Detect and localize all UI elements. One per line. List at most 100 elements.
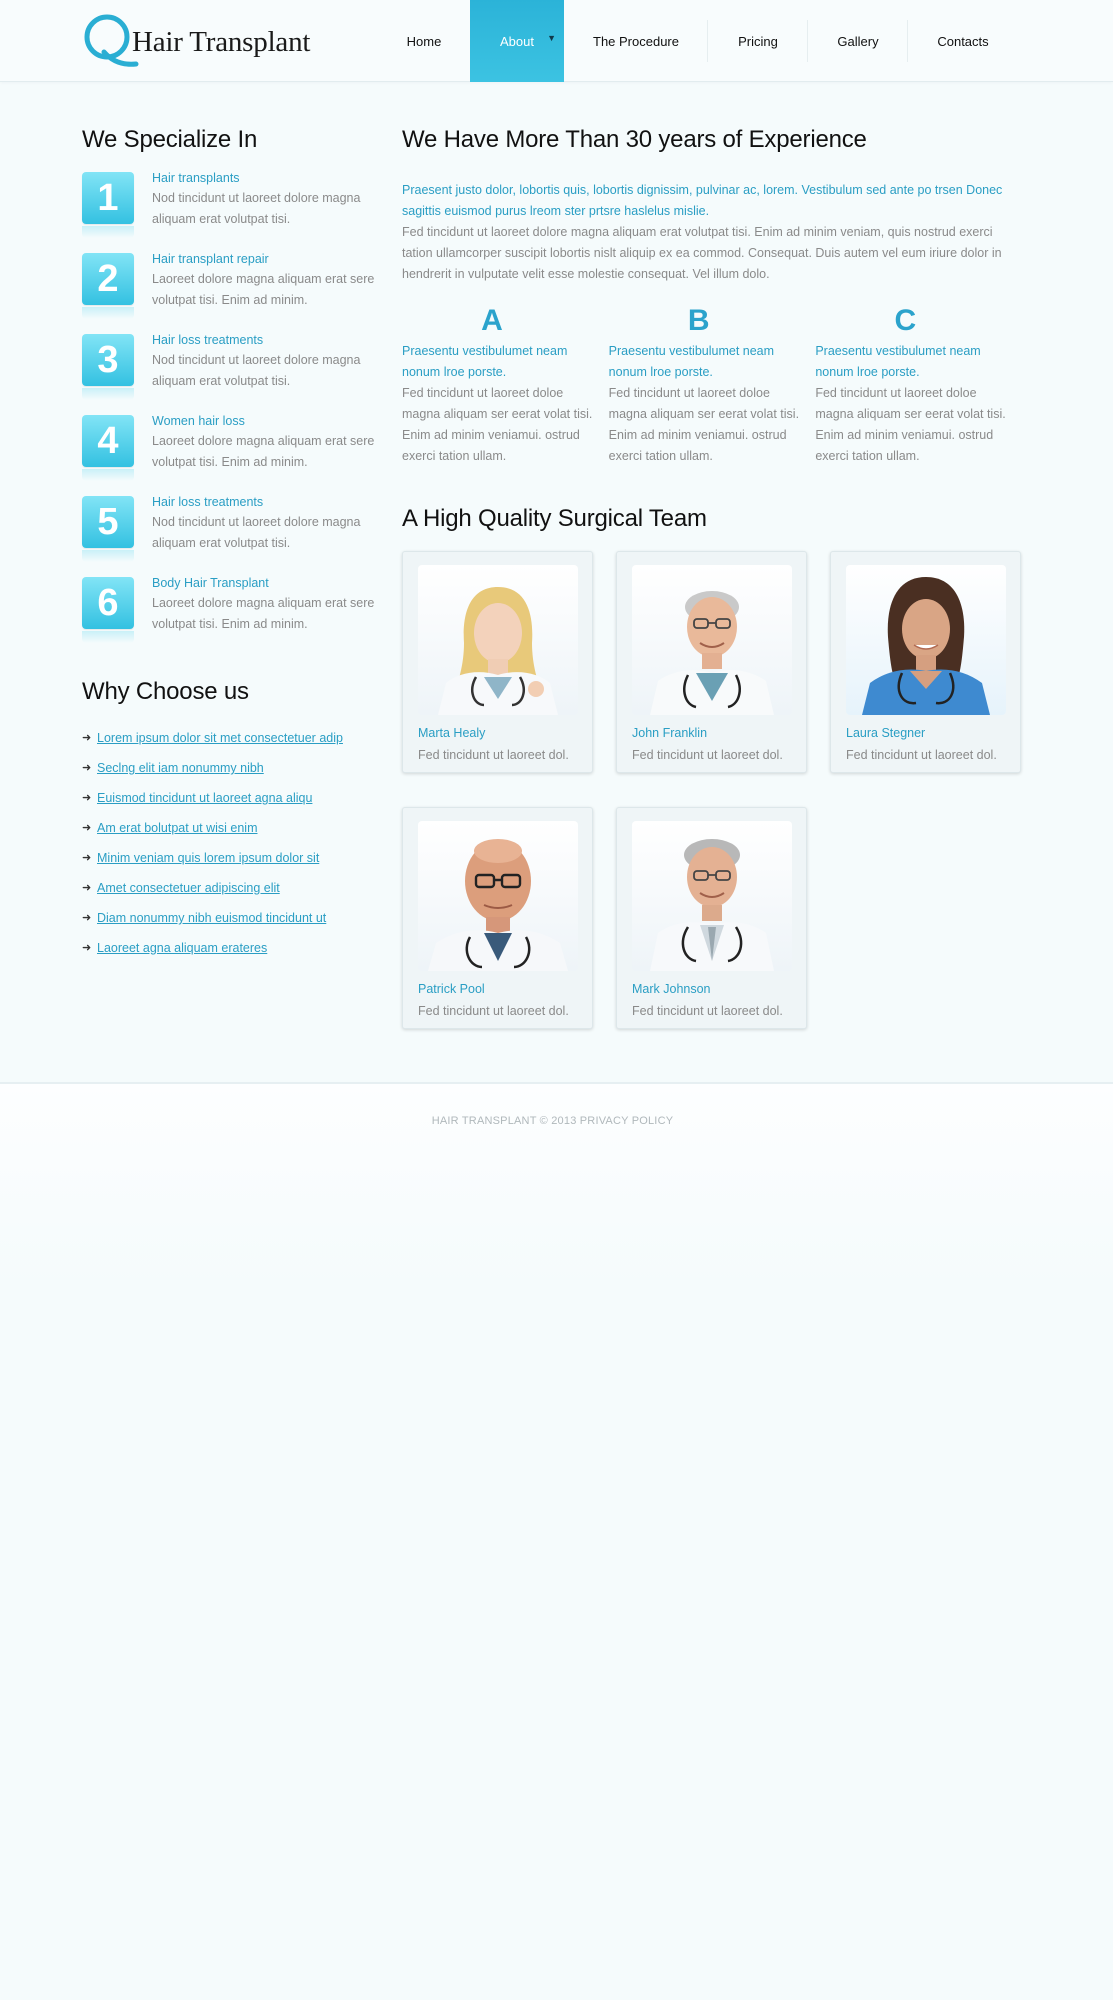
nav-pricing[interactable]: Pricing xyxy=(708,0,808,82)
arrow-right-icon: ➜ xyxy=(82,792,92,804)
nav-procedure-label: The Procedure xyxy=(593,33,679,49)
male-doctor-glasses-photo[interactable] xyxy=(632,565,792,715)
team-card[interactable]: Laura Stegner Fed tincidunt ut laoreet d… xyxy=(830,551,1021,773)
feature-highlight: Praesentu vestibulumet neam nonum lroe p… xyxy=(815,344,981,379)
why-choose-list: ➜ Lorem ipsum dolor sit met consectetuer … xyxy=(82,728,382,968)
female-nurse-photo[interactable] xyxy=(846,565,1006,715)
team-member-desc: Fed tincidunt ut laoreet dol. xyxy=(418,1004,569,1018)
logo[interactable]: Hair Transplant xyxy=(82,12,310,70)
nav-contacts-label: Contacts xyxy=(937,33,989,49)
why-choose-title: Why Choose us xyxy=(82,678,249,705)
specialize-item: 1 Hair transplants Nod tincidunt ut laor… xyxy=(82,171,382,253)
team-member-name[interactable]: John Franklin xyxy=(632,726,707,740)
number-badge: 2 xyxy=(82,253,134,319)
specialize-item: 2 Hair transplant repair Laoreet dolore … xyxy=(82,252,382,334)
why-link[interactable]: Minim veniam quis lorem ipsum dolor sit xyxy=(97,851,319,865)
left-column: We Specialize In 1 Hair transplants Nod … xyxy=(82,126,382,968)
arrow-right-icon: ➜ xyxy=(82,942,92,954)
team-member-name[interactable]: Mark Johnson xyxy=(632,982,711,996)
specialize-item-desc: Laoreet dolore magna aliquam erat sere v… xyxy=(152,434,375,469)
why-link[interactable]: Euismod tincidunt ut laoreet agna aliqu xyxy=(97,791,312,805)
male-doctor-bald-photo[interactable] xyxy=(418,821,578,971)
specialize-list: 1 Hair transplants Nod tincidunt ut laor… xyxy=(82,171,382,658)
feature-highlight: Praesentu vestibulumet neam nonum lroe p… xyxy=(608,344,775,379)
why-link[interactable]: Amet consectetuer adipiscing elit xyxy=(97,881,280,895)
arrow-right-icon: ➜ xyxy=(82,882,92,894)
nav-gallery-label: Gallery xyxy=(837,33,879,49)
specialize-item-title[interactable]: Hair loss treatments xyxy=(152,492,384,512)
nav-gallery[interactable]: Gallery xyxy=(808,0,908,82)
specialize-item-title[interactable]: Women hair loss xyxy=(152,411,384,431)
footer xyxy=(0,1084,1113,2000)
number-badge: 6 xyxy=(82,577,134,643)
list-item: ➜ Laoreet agna aliquam erateres xyxy=(82,938,382,968)
experience-intro-highlight: Praesent justo dolor, lobortis quis, lob… xyxy=(402,183,1003,218)
why-link[interactable]: Am erat bolutpat ut wisi enim xyxy=(97,821,258,835)
arrow-right-icon: ➜ xyxy=(82,762,92,774)
chevron-down-icon[interactable]: ▼ xyxy=(547,33,556,43)
list-item: ➜ Minim veniam quis lorem ipsum dolor sit xyxy=(82,848,382,878)
specialize-item: 5 Hair loss treatments Nod tincidunt ut … xyxy=(82,495,382,577)
team-title: A High Quality Surgical Team xyxy=(402,505,707,532)
feature-column: A Praesentu vestibulumet neam nonum lroe… xyxy=(402,305,609,467)
specialize-item: 6 Body Hair Transplant Laoreet dolore ma… xyxy=(82,576,382,658)
why-link[interactable]: Seclng elit iam nonummy nibh xyxy=(97,761,264,775)
nav-about[interactable]: About ▼ xyxy=(470,0,564,82)
specialize-title: We Specialize In xyxy=(82,126,258,153)
specialize-item-desc: Laoreet dolore magna aliquam erat sere v… xyxy=(152,272,375,307)
arrow-right-icon: ➜ xyxy=(82,912,92,924)
specialize-item-desc: Laoreet dolore magna aliquam erat sere v… xyxy=(152,596,375,631)
team-card[interactable]: Mark Johnson Fed tincidunt ut laoreet do… xyxy=(616,807,807,1029)
male-doctor-gray-hair-photo[interactable] xyxy=(632,821,792,971)
number-badge: 3 xyxy=(82,334,134,400)
list-item: ➜ Seclng elit iam nonummy nibh xyxy=(82,758,382,788)
team-card[interactable]: John Franklin Fed tincidunt ut laoreet d… xyxy=(616,551,807,773)
why-link[interactable]: Laoreet agna aliquam erateres xyxy=(97,941,267,955)
nav-about-label: About xyxy=(500,33,534,49)
female-doctor-blonde-photo[interactable] xyxy=(418,565,578,715)
number-badge: 1 xyxy=(82,172,134,238)
specialize-item-title[interactable]: Body Hair Transplant xyxy=(152,573,384,593)
team-grid: Marta Healy Fed tincidunt ut laoreet dol… xyxy=(402,551,1022,1051)
specialize-item-desc: Nod tincidunt ut laoreet dolore magna al… xyxy=(152,191,361,226)
feature-letter: C xyxy=(894,304,917,337)
specialize-item: 3 Hair loss treatments Nod tincidunt ut … xyxy=(82,333,382,415)
arrow-right-icon: ➜ xyxy=(82,822,92,834)
specialize-item-desc: Nod tincidunt ut laoreet dolore magna al… xyxy=(152,353,361,388)
experience-title: We Have More Than 30 years of Experience xyxy=(402,126,867,153)
site-header: Hair Transplant Home About ▼ The Procedu… xyxy=(0,0,1113,82)
team-member-desc: Fed tincidunt ut laoreet dol. xyxy=(632,1004,783,1018)
nav-home[interactable]: Home xyxy=(378,0,470,82)
feature-column: B Praesentu vestibulumet neam nonum lroe… xyxy=(609,305,816,467)
feature-letter: B xyxy=(687,304,710,337)
nav-pricing-label: Pricing xyxy=(738,33,778,49)
feature-columns: A Praesentu vestibulumet neam nonum lroe… xyxy=(402,305,1022,467)
team-member-desc: Fed tincidunt ut laoreet dol. xyxy=(846,748,997,762)
specialize-item-desc: Nod tincidunt ut laoreet dolore magna al… xyxy=(152,515,361,550)
why-link[interactable]: Diam nonummy nibh euismod tincidunt ut xyxy=(97,911,326,925)
feature-highlight: Praesentu vestibulumet neam nonum lroe p… xyxy=(402,344,568,379)
team-member-name[interactable]: Laura Stegner xyxy=(846,726,925,740)
list-item: ➜ Euismod tincidunt ut laoreet agna aliqu xyxy=(82,788,382,818)
number-badge: 5 xyxy=(82,496,134,562)
specialize-item-title[interactable]: Hair loss treatments xyxy=(152,330,384,350)
why-link[interactable]: Lorem ipsum dolor sit met consectetuer a… xyxy=(97,731,343,745)
team-member-name[interactable]: Marta Healy xyxy=(418,726,485,740)
team-card[interactable]: Patrick Pool Fed tincidunt ut laoreet do… xyxy=(402,807,593,1029)
feature-text: Fed tincidunt ut laoreet doloe magna ali… xyxy=(608,386,800,463)
team-member-name[interactable]: Patrick Pool xyxy=(418,982,485,996)
list-item: ➜ Amet consectetuer adipiscing elit xyxy=(82,878,382,908)
arrow-right-icon: ➜ xyxy=(82,732,92,744)
footer-text[interactable]: HAIR TRANSPLANT © 2013 PRIVACY POLICY xyxy=(0,1115,1105,1127)
list-item: ➜ Lorem ipsum dolor sit met consectetuer … xyxy=(82,728,382,758)
logo-text: Hair Transplant xyxy=(132,25,311,58)
nav-procedure[interactable]: The Procedure xyxy=(564,0,708,82)
nav-contacts[interactable]: Contacts xyxy=(908,0,1018,82)
team-card[interactable]: Marta Healy Fed tincidunt ut laoreet dol… xyxy=(402,551,593,773)
feature-text: Fed tincidunt ut laoreet doloe magna ali… xyxy=(402,386,593,463)
nav-home-label: Home xyxy=(406,33,442,49)
specialize-item-title[interactable]: Hair transplants xyxy=(152,168,384,188)
specialize-item-title[interactable]: Hair transplant repair xyxy=(152,249,384,269)
team-member-desc: Fed tincidunt ut laoreet dol. xyxy=(418,748,569,762)
specialize-item: 4 Women hair loss Laoreet dolore magna a… xyxy=(82,414,382,496)
